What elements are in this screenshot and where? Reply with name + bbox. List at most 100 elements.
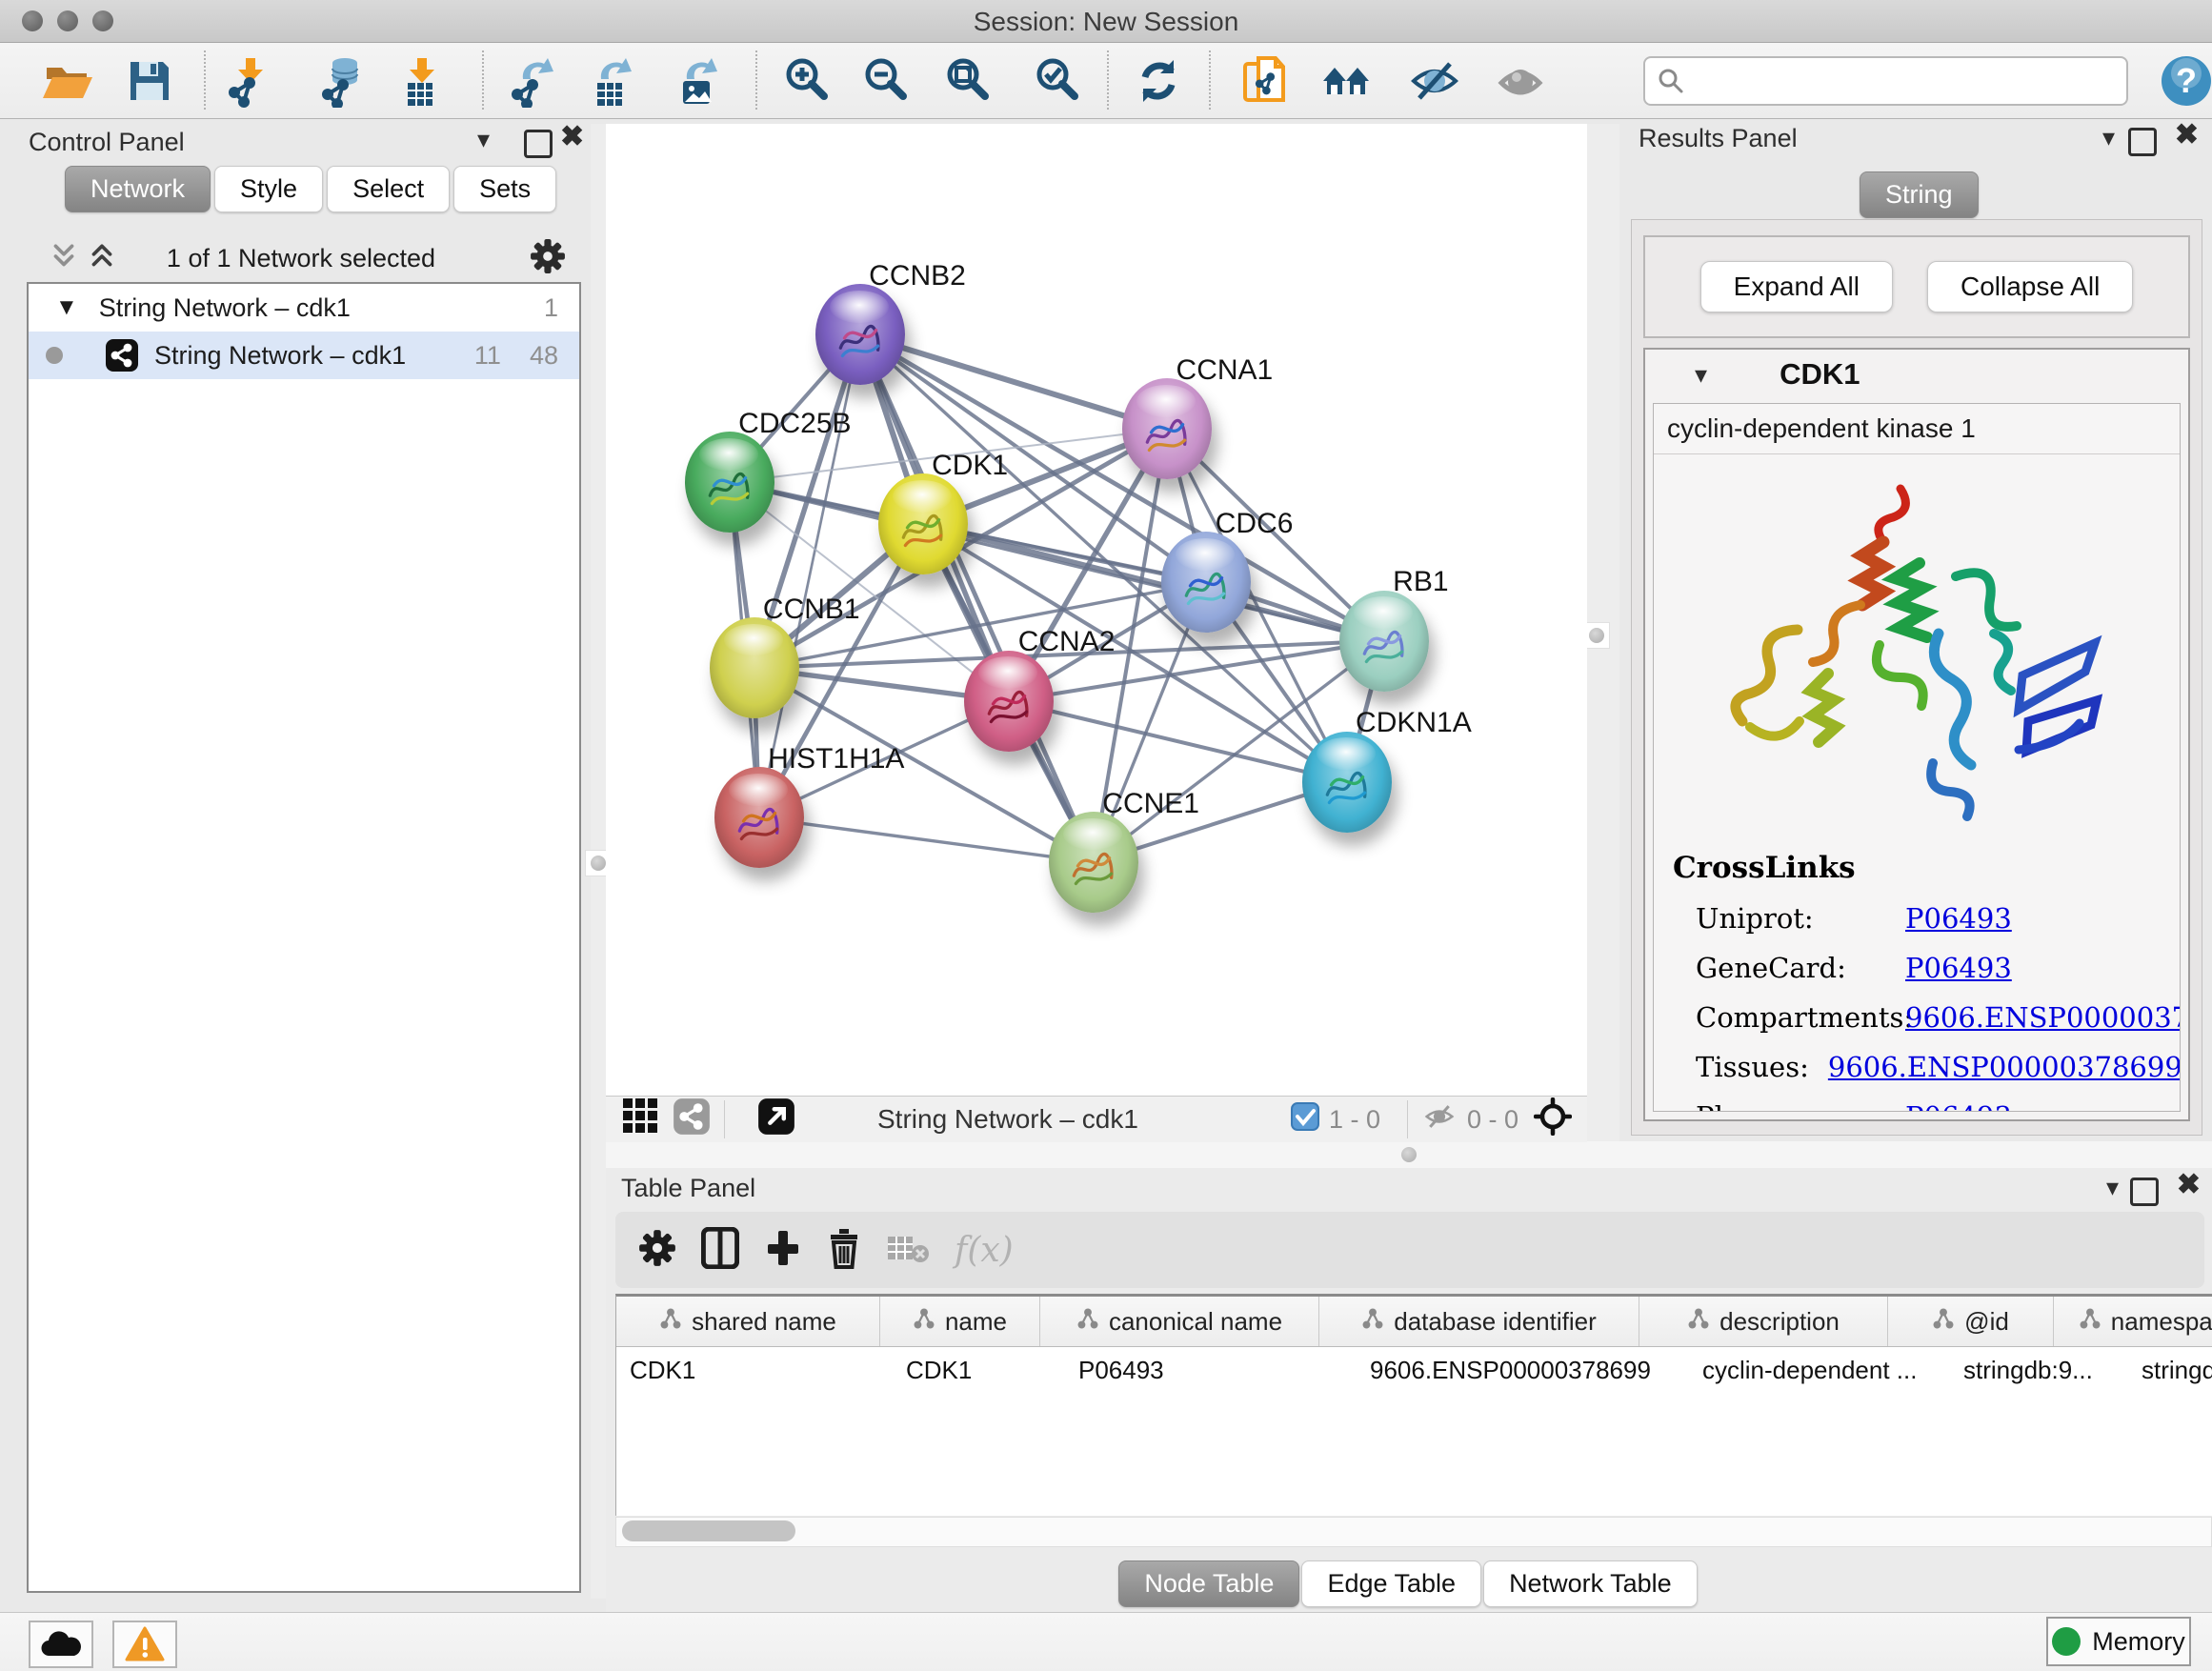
zoom-selected-icon[interactable] xyxy=(1031,54,1084,108)
column-header-namespace[interactable]: namespace xyxy=(2054,1297,2212,1346)
export-image-icon[interactable] xyxy=(670,54,723,108)
cell[interactable]: CDK1 xyxy=(893,1347,1065,1393)
tab-network-table[interactable]: Network Table xyxy=(1483,1560,1698,1607)
import-network-icon[interactable] xyxy=(223,54,276,108)
crosslink-value-link[interactable]: P06493 xyxy=(1905,1100,2012,1112)
gene-entry-header[interactable]: ▾ CDK1 xyxy=(1645,350,2188,399)
column-header-canonical-name[interactable]: canonical name xyxy=(1040,1297,1319,1346)
panel-maximize-icon[interactable] xyxy=(2128,128,2157,156)
network-node-ccnb2[interactable]: CCNB2 xyxy=(815,284,905,385)
entry-expander-icon[interactable]: ▾ xyxy=(1695,363,1707,386)
tree-expander-icon[interactable]: ▼ xyxy=(55,294,78,321)
memory-button[interactable]: Memory xyxy=(2046,1617,2191,1666)
export-network-icon[interactable] xyxy=(506,54,559,108)
network-node-hist1h1a[interactable]: HIST1H1A xyxy=(714,767,804,868)
zoom-fit-icon[interactable] xyxy=(941,54,995,108)
grid-view-icon[interactable] xyxy=(623,1098,659,1141)
tab-select[interactable]: Select xyxy=(327,166,450,212)
warnings-button[interactable] xyxy=(112,1621,177,1668)
delete-column-icon[interactable] xyxy=(827,1227,861,1274)
control-panel-tabs: NetworkStyleSelectSets xyxy=(65,166,560,215)
cell[interactable]: cyclin-dependent ... xyxy=(1689,1347,1950,1393)
cell[interactable]: P06493 xyxy=(1065,1347,1357,1393)
column-header--id[interactable]: @id xyxy=(1888,1297,2054,1346)
birdseye-view-icon[interactable] xyxy=(1534,1097,1572,1142)
help-button[interactable]: ? xyxy=(2160,54,2212,108)
zoom-in-icon[interactable] xyxy=(780,54,834,108)
panel-maximize-icon[interactable] xyxy=(2130,1178,2159,1206)
hide-graphics-icon[interactable] xyxy=(1408,54,1461,108)
network-collection-row[interactable]: ▼ String Network – cdk1 1 xyxy=(29,284,579,332)
cell[interactable]: CDK1 xyxy=(616,1347,893,1393)
import-database-icon[interactable] xyxy=(316,54,370,108)
column-header-description[interactable]: description xyxy=(1639,1297,1888,1346)
search-input[interactable] xyxy=(1693,66,2126,97)
tab-style[interactable]: Style xyxy=(214,166,323,212)
cell[interactable]: stringdb:9... xyxy=(1950,1347,2128,1393)
network-view-icon[interactable] xyxy=(673,1097,711,1142)
column-header-shared-name[interactable]: shared name xyxy=(616,1297,880,1346)
network-node-cdk1[interactable]: CDK1 xyxy=(878,473,968,574)
graphics-details-icon[interactable] xyxy=(1494,54,1547,108)
panel-float-icon[interactable]: ▾ xyxy=(2102,126,2115,149)
crosslink-value-link[interactable]: P06493 xyxy=(1905,952,2012,984)
cytoscape-window: Session: New Session ? xyxy=(0,0,2212,1671)
cloud-button[interactable] xyxy=(29,1621,93,1668)
detach-view-icon[interactable] xyxy=(757,1097,795,1142)
add-column-icon[interactable] xyxy=(764,1227,802,1274)
search-field[interactable] xyxy=(1643,56,2128,106)
tab-string[interactable]: String xyxy=(1860,171,1979,218)
show-columns-icon[interactable] xyxy=(701,1227,739,1274)
open-session-icon[interactable] xyxy=(41,54,94,108)
right-splitter[interactable] xyxy=(1587,124,1621,1141)
refresh-icon[interactable] xyxy=(1132,54,1185,108)
network-canvas[interactable]: CCNB2 CCNA1 CDC25B CDK1 CDC6 RB1 CCNB1 CCNA2 CDK… xyxy=(606,124,1587,1096)
network-node-ccnb1[interactable]: CCNB1 xyxy=(710,617,799,718)
network-node-cdc25b[interactable]: CDC25B xyxy=(685,432,774,533)
panel-float-icon[interactable]: ▾ xyxy=(477,128,490,151)
network-options-gear-icon[interactable] xyxy=(530,238,566,279)
network-node-ccne1[interactable]: CCNE1 xyxy=(1049,812,1138,913)
table-hscrollbar[interactable] xyxy=(615,1517,2212,1547)
network-node-ccna1[interactable]: CCNA1 xyxy=(1122,378,1212,479)
column-header-name[interactable]: name xyxy=(880,1297,1040,1346)
crosslink-value-link[interactable]: P06493 xyxy=(1905,902,2012,935)
tab-network[interactable]: Network xyxy=(65,166,211,212)
left-splitter[interactable] xyxy=(591,124,606,1599)
table-panel: Table Panel ▾ ✖ f(x) shared namenamecano… xyxy=(606,1168,2212,1612)
save-session-icon[interactable] xyxy=(123,54,176,108)
selected-checkbox-icon[interactable] xyxy=(1291,1102,1319,1137)
expand-all-button[interactable]: Expand All xyxy=(1700,261,1893,312)
right-splitter-grip[interactable] xyxy=(1583,622,1610,649)
panel-float-icon[interactable]: ▾ xyxy=(2106,1176,2119,1198)
column-header-database-identifier[interactable]: database identifier xyxy=(1319,1297,1639,1346)
network-row-selected[interactable]: String Network – cdk1 11 48 xyxy=(29,332,579,379)
results-panel-title: Results Panel xyxy=(1639,124,1798,152)
import-table-icon[interactable] xyxy=(394,54,448,108)
cybrowser-home-icon[interactable] xyxy=(1319,54,1373,108)
cell[interactable]: stringdb xyxy=(2128,1347,2212,1393)
crosslink-value-link[interactable]: 9606.ENSP00000378699 xyxy=(1828,1051,2181,1083)
cell[interactable]: 9606.ENSP00000378699 xyxy=(1357,1347,1689,1393)
panel-close-icon[interactable]: ✖ xyxy=(2177,1174,2201,1197)
network-node-rb1[interactable]: RB1 xyxy=(1339,591,1429,692)
panel-maximize-icon[interactable] xyxy=(524,130,553,158)
table-row[interactable]: CDK1CDK1P064939606.ENSP00000378699cyclin… xyxy=(616,1347,2212,1393)
tab-sets[interactable]: Sets xyxy=(453,166,556,212)
crosslink-value-link[interactable]: 9606.ENSP00000378699 xyxy=(1905,1001,2181,1034)
tab-edge-table[interactable]: Edge Table xyxy=(1301,1560,1481,1607)
network-node-cdc6[interactable]: CDC6 xyxy=(1161,532,1251,633)
zoom-out-icon[interactable] xyxy=(859,54,913,108)
hscrollbar-thumb[interactable] xyxy=(622,1520,795,1541)
panel-close-icon[interactable]: ✖ xyxy=(2175,124,2199,147)
collapse-all-button[interactable]: Collapse All xyxy=(1927,261,2133,312)
network-node-cdkn1a[interactable]: CDKN1A xyxy=(1302,732,1392,833)
tab-node-table[interactable]: Node Table xyxy=(1118,1560,1299,1607)
table-gear-icon[interactable] xyxy=(638,1229,676,1272)
network-node-ccna2[interactable]: CCNA2 xyxy=(964,651,1054,752)
panel-close-icon[interactable]: ✖ xyxy=(560,126,584,149)
duplicate-network-icon[interactable] xyxy=(1237,54,1291,108)
horizontal-splitter[interactable] xyxy=(606,1141,2212,1168)
export-table-icon[interactable] xyxy=(584,54,637,108)
horizontal-splitter-grip[interactable] xyxy=(1397,1142,1421,1167)
